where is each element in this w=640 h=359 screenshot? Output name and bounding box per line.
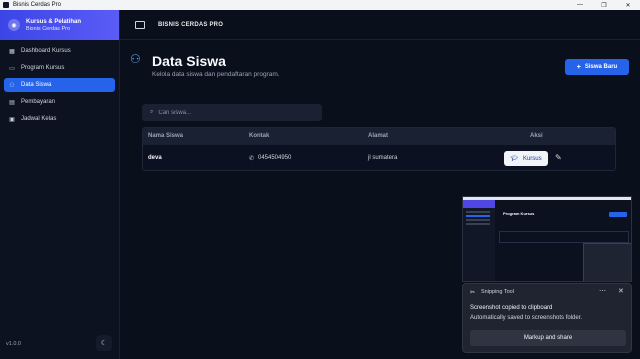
student-address: jl sumatera	[368, 155, 398, 161]
page-subtitle: Kelola data siswa dan pendaftaran progra…	[152, 71, 280, 78]
page-title: Data Siswa	[152, 53, 226, 69]
sidebar-item-label: Data Siswa	[21, 82, 52, 88]
sidebar-item-jadwal-kelas[interactable]: ▣ Jadwal Kelas	[4, 112, 115, 126]
add-student-button[interactable]: + Siswa Baru	[565, 59, 629, 75]
snipping-tool-notification: ✂ Snipping Tool ⋯ ✕ Screenshot copied to…	[462, 283, 632, 353]
wallet-icon: ▤	[9, 99, 15, 106]
brand-header[interactable]: ◉ Kursus & Pelatihan Bisnis Cerdas Pro	[0, 10, 119, 40]
thumb-nav-line	[466, 211, 490, 213]
sidebar: ◉ Kursus & Pelatihan Bisnis Cerdas Pro ▦…	[0, 10, 120, 359]
book-icon: ▭	[9, 65, 15, 72]
app-icon	[3, 2, 9, 8]
thumb-button	[609, 212, 627, 217]
sidebar-item-pembayaran[interactable]: ▤ Pembayaran	[4, 95, 115, 109]
window-title: Bisnis Cerdas Pro	[13, 2, 62, 8]
search-icon: ⌕	[150, 109, 154, 115]
sidebar-item-label: Dashboard Kursus	[21, 48, 71, 54]
add-student-label: Siswa Baru	[584, 64, 618, 70]
plus-icon: +	[576, 63, 581, 71]
snipping-tool-icon: ✂	[470, 290, 476, 296]
sidebar-item-program-kursus[interactable]: ▭ Program Kursus	[4, 61, 115, 75]
column-header-actions: Aksi	[530, 133, 543, 139]
calendar-icon: ▣	[9, 116, 15, 123]
search-input[interactable]	[158, 109, 309, 116]
notification-app-name: Snipping Tool	[481, 289, 514, 295]
grid-icon: ▦	[9, 48, 15, 55]
kursus-label: Kursus	[522, 155, 542, 162]
graduation-cap-icon: 🎓︎	[510, 156, 518, 162]
thumb-nav-line	[466, 215, 490, 217]
sidebar-item-label: Jadwal Kelas	[21, 116, 57, 122]
column-header-name: Nama Siswa	[148, 133, 184, 139]
thumb-nav-line	[466, 223, 490, 225]
moon-icon: ☾	[100, 340, 108, 347]
student-contact: 0454504950	[258, 155, 292, 161]
markup-and-share-button[interactable]: Markup and share	[470, 330, 626, 346]
users-icon: ⚇	[130, 52, 141, 66]
thumb-brand	[463, 200, 495, 208]
phone-icon: ✆	[249, 156, 255, 162]
thumb-title: Program Kursus	[503, 211, 535, 216]
minimize-button[interactable]: —	[568, 0, 592, 10]
thumb-overlay	[583, 243, 631, 281]
brand-title: Kursus & Pelatihan	[26, 18, 82, 25]
edit-icon[interactable]: ✎	[555, 153, 562, 162]
thumb-table	[499, 231, 629, 243]
app-version: v1.0.0	[6, 341, 21, 347]
close-window-button[interactable]: ✕	[616, 0, 640, 10]
sidebar-item-data-siswa[interactable]: ⚇ Data Siswa	[4, 78, 115, 92]
sidebar-toggle-icon[interactable]	[135, 20, 145, 29]
sidebar-item-dashboard-kursus[interactable]: ▦ Dashboard Kursus	[4, 44, 115, 58]
brand-subtitle: Bisnis Cerdas Pro	[26, 25, 71, 32]
column-header-contact: Kontak	[249, 133, 270, 139]
top-header: BISNIS CERDAS PRO	[120, 10, 640, 40]
brand-logo-icon: ◉	[8, 19, 20, 31]
notification-message: Screenshot copied to clipboard	[470, 305, 553, 311]
sidebar-item-label: Program Kursus	[21, 65, 65, 71]
theme-toggle-button[interactable]: ☾	[96, 335, 112, 351]
sidebar-item-label: Pembayaran	[21, 99, 56, 105]
search-box[interactable]: ⌕	[142, 104, 322, 121]
screenshot-thumbnail[interactable]: Program Kursus	[462, 196, 632, 282]
kursus-button[interactable]: 🎓︎ Kursus	[504, 151, 548, 166]
table-row: deva ✆ 0454504950 jl sumatera 🎓︎ Kursus …	[143, 145, 615, 170]
notification-detail: Automatically saved to screenshots folde…	[470, 315, 583, 321]
sidebar-nav: ▦ Dashboard Kursus ▭ Program Kursus ⚇ Da…	[0, 44, 119, 126]
students-table: Nama Siswa Kontak Alamat Aksi deva ✆ 045…	[142, 127, 616, 171]
student-name: deva	[148, 155, 162, 161]
close-icon[interactable]: ✕	[618, 287, 624, 295]
users-icon: ⚇	[9, 82, 15, 89]
thumb-nav-line	[466, 219, 490, 221]
table-header: Nama Siswa Kontak Alamat Aksi	[143, 128, 615, 145]
more-options-icon[interactable]: ⋯	[599, 287, 606, 295]
window-titlebar: Bisnis Cerdas Pro — ❐ ✕	[0, 0, 640, 10]
maximize-button[interactable]: ❐	[592, 0, 616, 10]
column-header-address: Alamat	[368, 133, 389, 139]
header-title: BISNIS CERDAS PRO	[158, 21, 224, 28]
